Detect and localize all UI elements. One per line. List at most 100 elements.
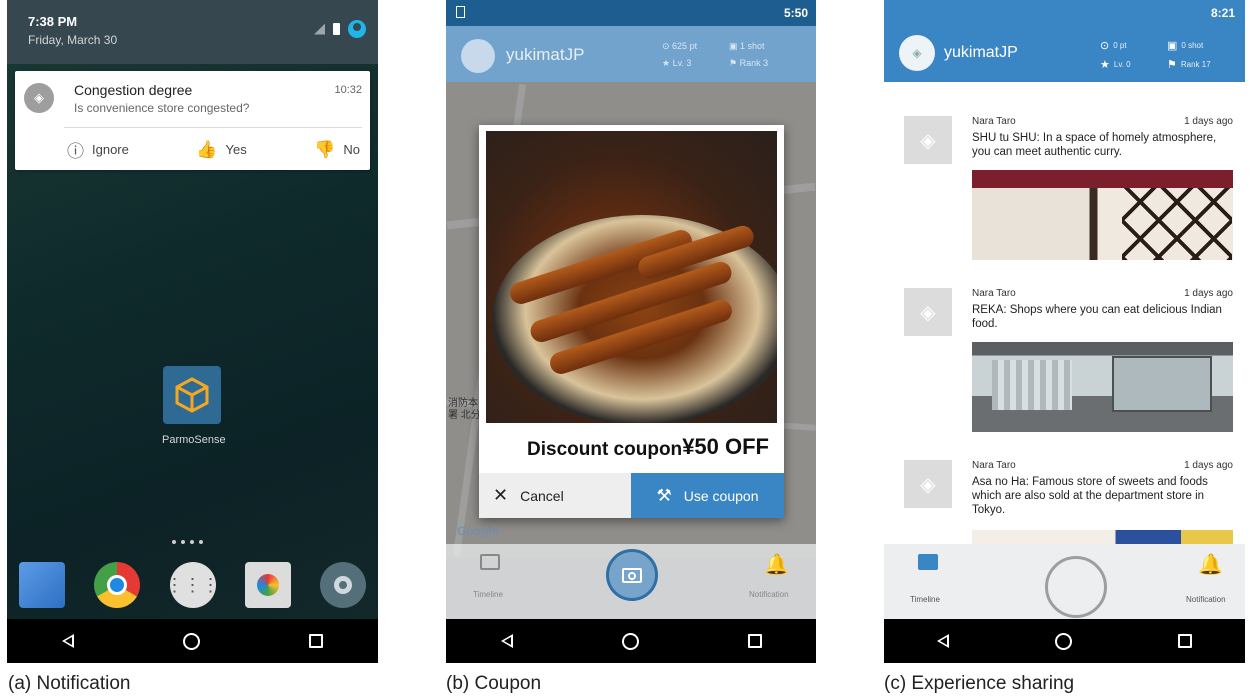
post-avatar: ◈ bbox=[904, 460, 952, 508]
shots-stat: ▣ 1 shot bbox=[729, 41, 765, 51]
caption-c: (c) Experience sharing bbox=[884, 673, 1075, 694]
home-icon[interactable] bbox=[182, 632, 200, 650]
avatar[interactable] bbox=[461, 39, 495, 73]
post-photo bbox=[972, 170, 1233, 260]
chat-icon bbox=[480, 554, 500, 570]
camera-icon bbox=[622, 567, 642, 583]
app-cube-icon: ◈ bbox=[24, 83, 54, 113]
notification-actions: ⓘ Ignore 👍 Yes 👎 No bbox=[67, 137, 360, 162]
app-drawer-icon[interactable]: ⋮⋮⋮ bbox=[166, 562, 220, 608]
back-icon[interactable] bbox=[500, 634, 513, 648]
chrome-app-icon[interactable] bbox=[94, 562, 141, 608]
caption-a: (a) Notification bbox=[8, 673, 131, 694]
status-icons bbox=[314, 20, 366, 38]
google-logo: Google bbox=[457, 524, 499, 538]
timeline-tab-label: Timeline bbox=[473, 590, 503, 599]
status-time: 5:50 bbox=[783, 6, 808, 20]
chat-icon bbox=[918, 554, 938, 570]
status-time: 8:21 bbox=[1210, 6, 1235, 20]
post-photo bbox=[972, 342, 1233, 432]
recents-icon[interactable] bbox=[747, 634, 762, 648]
system-nav-bar bbox=[7, 619, 378, 663]
settings-app-icon[interactable] bbox=[320, 562, 366, 608]
yes-button[interactable]: 👍 Yes bbox=[196, 137, 246, 162]
timeline-tab[interactable] bbox=[472, 554, 512, 614]
timeline-post[interactable]: ◈ Nara Taro 1 days ago SHU tu SHU: In a … bbox=[884, 116, 1245, 266]
phone-experience-sharing-screen: 8:21 ◈ yukimatJP ⊙ 0 pt ▣ 0 shot ★ Lv. 0 ⚑ R… bbox=[884, 0, 1245, 663]
account-icon[interactable] bbox=[348, 20, 366, 38]
timeline-post[interactable]: ◈ Nara Taro 1 days ago REKA: Shops where… bbox=[884, 288, 1245, 438]
notification-tab-label: Notification bbox=[1186, 595, 1226, 604]
close-icon: ✕ bbox=[493, 485, 509, 505]
home-dock: ⋮⋮⋮ bbox=[19, 562, 366, 608]
inbox-app-icon[interactable] bbox=[19, 562, 65, 608]
camera-button[interactable] bbox=[606, 549, 658, 601]
timeline-tab-label: Timeline bbox=[910, 595, 940, 604]
no-label: No bbox=[343, 142, 360, 157]
points-stat: ⊙ 625 pt bbox=[662, 41, 698, 51]
rank-stat: ⚑ Rank 3 bbox=[729, 58, 769, 68]
star-icon: ★ bbox=[1100, 59, 1110, 71]
username: yukimatJP bbox=[506, 45, 585, 64]
coupon-amount: ¥50 OFF bbox=[682, 434, 769, 459]
yes-label: Yes bbox=[225, 142, 247, 157]
status-date: Friday, March 30 bbox=[28, 33, 118, 47]
level-stat: ★ Lv. 0 bbox=[1100, 59, 1131, 71]
thumbs-up-icon: 👍 bbox=[196, 139, 218, 159]
post-author: Nara Taro bbox=[972, 288, 1016, 299]
coupon-food-photo bbox=[486, 131, 777, 423]
bell-icon: 🔔 bbox=[1198, 554, 1223, 576]
shots-stat: ▣ 0 shot bbox=[1167, 40, 1204, 52]
app-label: ParmoSense bbox=[162, 434, 226, 446]
ignore-button[interactable]: ⓘ Ignore bbox=[67, 137, 129, 162]
back-icon[interactable] bbox=[61, 634, 74, 648]
flag-icon: ⚑ bbox=[1167, 59, 1177, 71]
points-stat: ⊙ 0 pt bbox=[1100, 40, 1127, 52]
recents-icon[interactable] bbox=[309, 634, 324, 648]
post-author: Nara Taro bbox=[972, 460, 1016, 471]
battery-icon bbox=[333, 23, 340, 35]
timeline-tab[interactable] bbox=[906, 554, 946, 614]
caption-b: (b) Coupon bbox=[446, 673, 542, 694]
post-text: SHU tu SHU: In a space of homely atmosph… bbox=[972, 132, 1217, 158]
notification-tab-label: Notification bbox=[749, 590, 789, 599]
post-time: 1 days ago bbox=[1184, 116, 1233, 127]
post-time: 1 days ago bbox=[1184, 288, 1233, 299]
system-nav-bar bbox=[884, 619, 1245, 663]
notification-title: Congestion degree bbox=[74, 82, 193, 98]
username: yukimatJP bbox=[944, 44, 1018, 61]
profile-header bbox=[446, 26, 816, 82]
coupon-title: Discount coupon bbox=[527, 439, 683, 460]
camera-app-icon[interactable] bbox=[244, 562, 291, 608]
camera-icon: ▣ bbox=[1167, 40, 1178, 52]
post-text: REKA: Shops where you can eat delicious … bbox=[972, 304, 1222, 330]
help-circle-icon: ⓘ bbox=[67, 142, 84, 161]
gavel-icon: ⚒ bbox=[656, 485, 672, 505]
sim-icon bbox=[456, 6, 465, 18]
notification-text: Is convenience store congested? bbox=[74, 101, 250, 115]
use-coupon-button[interactable]: ⚒ Use coupon bbox=[631, 473, 784, 518]
recents-icon[interactable] bbox=[1178, 634, 1192, 648]
timeline-post[interactable]: ◈ Nara Taro 1 days ago Asa no Ha: Famous… bbox=[884, 460, 1245, 548]
post-text: Asa no Ha: Famous store of sweets and fo… bbox=[972, 476, 1208, 516]
system-nav-bar bbox=[446, 619, 816, 663]
bell-icon: 🔔 bbox=[764, 554, 789, 576]
parmosense-app-shortcut[interactable]: ParmoSense bbox=[162, 366, 226, 446]
home-icon[interactable] bbox=[621, 632, 639, 650]
rank-stat: ⚑ Rank 17 bbox=[1167, 59, 1211, 71]
avatar[interactable]: ◈ bbox=[899, 35, 935, 71]
home-icon[interactable] bbox=[1055, 632, 1072, 650]
cancel-button[interactable]: ✕ Cancel bbox=[479, 473, 631, 518]
post-avatar: ◈ bbox=[904, 116, 952, 164]
notification-card[interactable]: ◈ Congestion degree Is convenience store… bbox=[15, 71, 370, 170]
coupon-dialog: Discount coupon ¥50 OFF ✕ Cancel ⚒ Use c… bbox=[479, 125, 784, 518]
phone-coupon-screen: 5:50 yukimatJP ⊙ 625 pt ▣ 1 shot ★ Lv. 3… bbox=[446, 0, 816, 663]
notification-tab[interactable]: 🔔 bbox=[746, 552, 796, 612]
points-icon: ⊙ bbox=[1100, 40, 1110, 52]
page-indicator bbox=[172, 540, 203, 544]
no-button[interactable]: 👎 No bbox=[314, 137, 360, 162]
back-icon[interactable] bbox=[937, 634, 949, 648]
divider bbox=[64, 127, 362, 128]
signal-icon bbox=[314, 23, 325, 35]
camera-button[interactable] bbox=[1045, 556, 1107, 618]
